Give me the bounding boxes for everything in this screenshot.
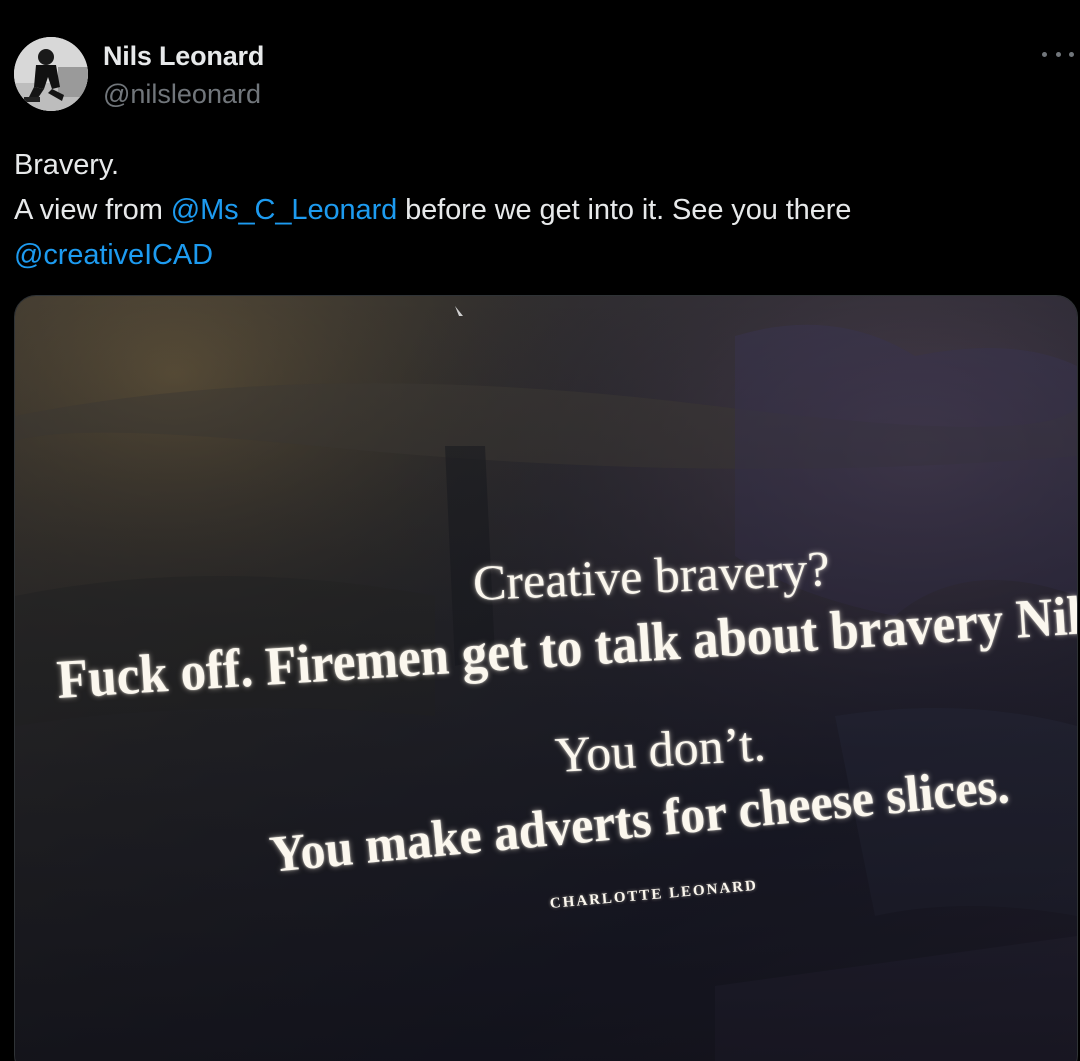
author-name[interactable]: Nils Leonard [103, 41, 264, 72]
tweet-photo[interactable]: Creative bravery? Fuck off. Firemen get … [14, 295, 1078, 1061]
tweet-text: Bravery. A view from @Ms_C_Leonard befor… [14, 143, 1054, 278]
tweet-text-suffix: before we get into it. See you there [397, 194, 852, 226]
profile-photo [14, 37, 88, 111]
more-options-icon[interactable] [1040, 44, 1076, 64]
mention-link-ms-c-leonard[interactable]: @Ms_C_Leonard [171, 194, 398, 226]
tweet-text-prefix: A view from [14, 194, 171, 226]
tweet-card: Nils Leonard @nilsleonard Bravery. A vie… [0, 0, 1080, 1061]
avatar[interactable] [14, 37, 88, 111]
tweet-line-2: A view from @Ms_C_Leonard before we get … [14, 188, 1054, 233]
tweet-line-1: Bravery. [14, 149, 120, 181]
author-handle[interactable]: @nilsleonard [103, 79, 261, 110]
quote-line-3: You don’t. [553, 715, 767, 783]
mention-link-creativeicad[interactable]: @creativeICAD [14, 239, 213, 271]
